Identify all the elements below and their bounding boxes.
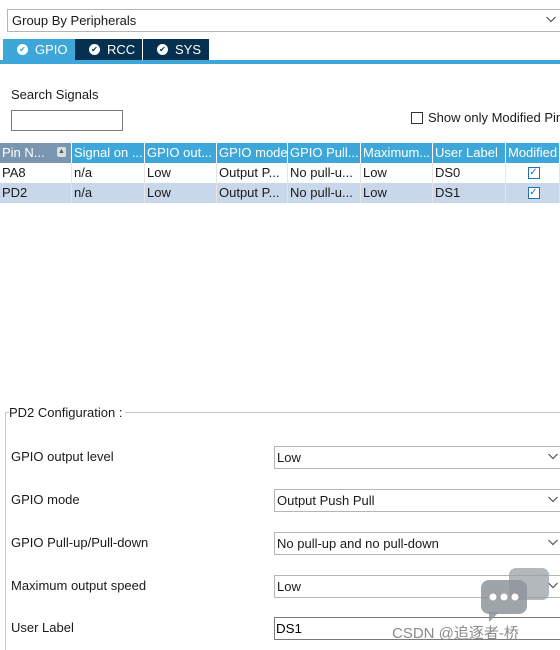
config-label: User Label (11, 620, 74, 635)
search-signals-input[interactable] (11, 110, 123, 131)
config-row-max-speed: Maximum output speed Low (11, 575, 560, 598)
cell-label: DS1 (433, 183, 506, 203)
cell-label: DS0 (433, 163, 506, 183)
table-row[interactable]: PD2 n/a Low Output P... No pull-u... Low… (0, 183, 560, 203)
config-label: GPIO mode (11, 492, 80, 507)
cell-output: Low (145, 163, 217, 183)
cell-modified: ✓ (506, 183, 560, 203)
column-header-gpio-pull[interactable]: GPIO Pull... (288, 143, 361, 163)
column-header-signal[interactable]: Signal on ... (72, 143, 145, 163)
sort-icon: ▲ (57, 147, 66, 157)
pin-table: Pin N... ▲ Signal on ... GPIO out... GPI… (0, 143, 560, 203)
cell-mode: Output P... (217, 163, 288, 183)
chevron-down-icon (546, 16, 556, 23)
column-header-gpio-mode[interactable]: GPIO mode (217, 143, 288, 163)
config-label: GPIO Pull-up/Pull-down (11, 535, 149, 550)
chat-bubble-icon[interactable] (479, 566, 551, 624)
cell-output: Low (145, 183, 217, 203)
table-header: Pin N... ▲ Signal on ... GPIO out... GPI… (0, 143, 560, 163)
chevron-down-icon (548, 453, 558, 460)
cell-pull: No pull-u... (288, 163, 361, 183)
check-circle-icon: ✔ (157, 44, 168, 55)
config-label: Maximum output speed (11, 578, 147, 593)
group-by-select[interactable]: Group By Peripherals (7, 9, 560, 32)
search-signals-label: Search Signals (11, 87, 99, 102)
checkbox[interactable] (411, 111, 423, 124)
tab-rcc[interactable]: ✔ RCC (75, 39, 142, 60)
column-header-gpio-output[interactable]: GPIO out... (145, 143, 217, 163)
tab-label: SYS (175, 42, 202, 57)
cell-signal: n/a (72, 183, 145, 203)
modified-checkbox[interactable]: ✓ (527, 187, 540, 199)
check-circle-icon: ✔ (17, 44, 28, 55)
gpio-pull-select[interactable]: No pull-up and no pull-down (274, 532, 560, 555)
check-circle-icon: ✔ (89, 44, 100, 55)
cell-signal: n/a (72, 163, 145, 183)
watermark: CSDN @追逐者-桥 (392, 625, 519, 642)
tab-label: GPIO (35, 42, 68, 57)
config-row-pull: GPIO Pull-up/Pull-down No pull-up and no… (11, 532, 560, 555)
tab-label: RCC (107, 42, 136, 57)
cell-speed: Low (361, 163, 433, 183)
table-row[interactable]: PA8 n/a Low Output P... No pull-u... Low… (0, 163, 560, 183)
cell-pin: PA8 (0, 163, 72, 183)
group-by-value: Group By Peripherals (12, 13, 137, 28)
show-only-modified-label: Show only Modified Pin (428, 110, 560, 125)
peripheral-tabs: ✔ GPIO ✔ RCC ✔ SYS (0, 39, 560, 64)
chevron-down-icon (548, 496, 558, 503)
config-title: PD2 Configuration : (9, 405, 126, 420)
gpio-output-level-select[interactable]: Low (274, 446, 560, 469)
config-label: GPIO output level (11, 449, 114, 464)
show-only-modified-toggle[interactable]: Show only Modified Pin (411, 110, 560, 125)
cell-pin: PD2 (0, 183, 72, 203)
chevron-down-icon (548, 539, 558, 546)
column-header-modified[interactable]: Modified (506, 143, 560, 163)
config-row-gpio-mode: GPIO mode Output Push Pull (11, 489, 560, 512)
cell-pull: No pull-u... (288, 183, 361, 203)
config-row-output-level: GPIO output level Low (11, 446, 560, 469)
column-header-max-speed[interactable]: Maximum... (361, 143, 433, 163)
tab-gpio[interactable]: ✔ GPIO (3, 39, 75, 60)
cell-mode: Output P... (217, 183, 288, 203)
tab-sys[interactable]: ✔ SYS (143, 39, 209, 60)
cell-speed: Low (361, 183, 433, 203)
modified-checkbox[interactable]: ✓ (527, 167, 540, 179)
cell-modified: ✓ (506, 163, 560, 183)
column-header-user-label[interactable]: User Label (433, 143, 506, 163)
gpio-mode-select[interactable]: Output Push Pull (274, 489, 560, 512)
column-header-pin[interactable]: Pin N... ▲ (0, 143, 72, 163)
